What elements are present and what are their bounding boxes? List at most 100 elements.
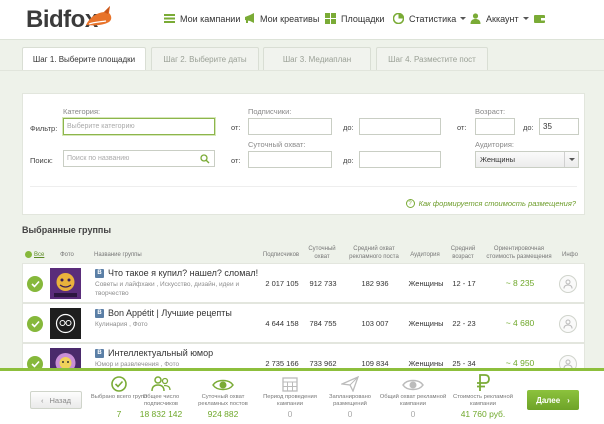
question-icon: ?: [405, 199, 415, 208]
daily-reach-label: Суточный охват:: [248, 140, 306, 149]
filter-panel: Фильтр: Категория: Выберите категорию По…: [22, 93, 585, 215]
col-photo: Фото: [60, 252, 74, 258]
tab-step-2[interactable]: Шаг 2. Выберите даты: [151, 47, 259, 71]
user-icon: [470, 13, 481, 24]
check-circle-icon: [111, 376, 127, 392]
daily-reach-to-label: до:: [343, 156, 354, 165]
stat-label: Суточный охват рекламных постов: [198, 394, 248, 407]
megaphone-icon: [245, 13, 254, 23]
menu-icon: [164, 14, 175, 23]
nav-wallet[interactable]: [534, 13, 550, 24]
audience-value: Женщины: [480, 155, 516, 164]
search-label: Поиск:: [30, 156, 53, 165]
group-name[interactable]: В Что такое я купил? нашел? сломал!: [95, 268, 258, 278]
tab-step-3[interactable]: Шаг 3. Медиаплан: [263, 47, 371, 71]
check-circle-icon[interactable]: [27, 276, 43, 292]
col-avg-reach: Средний охват рекламного поста: [349, 246, 399, 260]
group-category: Кулинария , Фото: [95, 321, 148, 328]
top-header: Bidfox Мои кампании Мои креативы Площадк…: [0, 0, 604, 40]
cell-audience: Женщины: [408, 279, 444, 288]
subscribers-from-label: от:: [231, 123, 241, 132]
tabs-divider: [0, 70, 604, 71]
selected-groups-title: Выбранные группы: [22, 225, 112, 235]
next-button[interactable]: Далее ›: [527, 390, 579, 410]
calendar-icon: [282, 377, 298, 392]
cell-subscribers: 4 644 158: [265, 319, 299, 328]
paper-plane-icon: [341, 376, 359, 392]
info-button[interactable]: [559, 275, 577, 293]
chevron-right-icon: ›: [567, 395, 570, 405]
users-icon: [563, 279, 573, 289]
audience-select[interactable]: Женщины: [475, 151, 579, 168]
pricing-help-link[interactable]: ? Как формируется стоимость размещения?: [405, 199, 576, 208]
group-name-text: Что такое я купил? нашел? сломал!: [108, 268, 259, 278]
nav-campaigns[interactable]: Мои кампании: [164, 13, 240, 24]
nav-statistics[interactable]: Статистика: [393, 13, 467, 24]
stat-label: Запланировано размещений: [328, 394, 372, 407]
cell-price: ~ 4 950: [505, 358, 535, 368]
nav-label: Аккаунт: [486, 13, 519, 24]
col-daily-reach: Суточный охват: [308, 246, 336, 260]
nav-label: Мои креативы: [260, 13, 320, 24]
subscribers-to-input[interactable]: [359, 118, 441, 135]
stat-planned: Запланировано размещений 0: [315, 374, 385, 419]
chevron-left-icon: ‹: [41, 395, 44, 405]
nav-creatives[interactable]: Мои креативы: [244, 13, 319, 24]
nav-label: Мои кампании: [180, 13, 241, 24]
eye-icon: [212, 379, 234, 391]
table-row[interactable]: В Bon Appétit | Лучшие рецепты Кулинария …: [22, 303, 585, 343]
age-from-input[interactable]: [475, 118, 515, 135]
cell-age: 12 - 17: [452, 279, 476, 288]
age-to-input[interactable]: 35: [539, 118, 579, 135]
cell-audience: Женщины: [408, 359, 444, 368]
check-circle-icon[interactable]: [27, 316, 43, 332]
daily-reach-from-input[interactable]: [248, 151, 332, 168]
chevron-down-icon: [522, 17, 529, 20]
cell-subscribers: 2 017 105: [265, 279, 299, 288]
cell-age: 25 - 34: [452, 359, 476, 368]
daily-reach-from-label: от:: [231, 156, 241, 165]
cell-age: 22 - 23: [452, 319, 476, 328]
group-name-text: Интеллектуальный юмор: [108, 348, 214, 358]
cell-price: ~ 8 235: [505, 278, 535, 288]
select-all[interactable]: Все: [25, 251, 44, 258]
tab-step-4[interactable]: Шаг 4. Разместите пост: [376, 47, 488, 71]
stat-value: 18 832 142: [139, 409, 183, 419]
stat-value: 0: [410, 409, 416, 419]
audience-label: Аудитория:: [475, 140, 515, 149]
info-button[interactable]: [559, 315, 577, 333]
filter-divider: [30, 186, 577, 187]
col-price: Ориентировочная стоимость размещения: [486, 246, 552, 260]
nav-platforms[interactable]: Площадки: [325, 13, 384, 24]
group-photo: [50, 308, 81, 339]
stat-cost: Стоимость рекламной кампании 41 760 руб.: [448, 374, 518, 419]
cell-avg-reach: 182 936: [361, 279, 389, 288]
cell-daily-reach: 733 962: [309, 359, 337, 368]
users-icon: [563, 319, 573, 329]
tab-step-1[interactable]: Шаг 1. Выберите площадки: [22, 47, 146, 71]
vk-icon: В: [95, 308, 104, 318]
category-select[interactable]: Выберите категорию: [63, 118, 215, 135]
next-label: Далее: [536, 395, 561, 405]
col-audience: Аудитория: [410, 252, 440, 258]
stat-total-reach: Общий охват рекламной кампании 0: [378, 374, 448, 419]
fox-logo-icon: [86, 6, 112, 26]
back-button[interactable]: ‹ Назад: [30, 391, 82, 409]
nav-label: Площадки: [341, 13, 385, 24]
group-photo: [50, 268, 81, 299]
chevron-down-icon: [460, 17, 467, 20]
daily-reach-to-input[interactable]: [359, 151, 441, 168]
cell-audience: Женщины: [408, 319, 444, 328]
summary-footer: ‹ Назад Выбрано всего групп 7 Общее число…: [0, 368, 604, 424]
nav-account[interactable]: Аккаунт: [470, 13, 529, 24]
group-name[interactable]: В Bon Appétit | Лучшие рецепты: [95, 308, 232, 318]
table-row[interactable]: В Что такое я купил? нашел? сломал! Совет…: [22, 263, 585, 303]
cell-avg-reach: 109 834: [361, 359, 389, 368]
ruble-icon: [477, 374, 490, 391]
group-name[interactable]: В Интеллектуальный юмор: [95, 348, 213, 358]
subscribers-from-input[interactable]: [248, 118, 332, 135]
search-icon[interactable]: [200, 154, 210, 164]
cell-subscribers: 2 735 166: [265, 359, 299, 368]
search-input[interactable]: Поиск по названию: [63, 150, 215, 167]
nav-label: Статистика: [409, 13, 457, 24]
